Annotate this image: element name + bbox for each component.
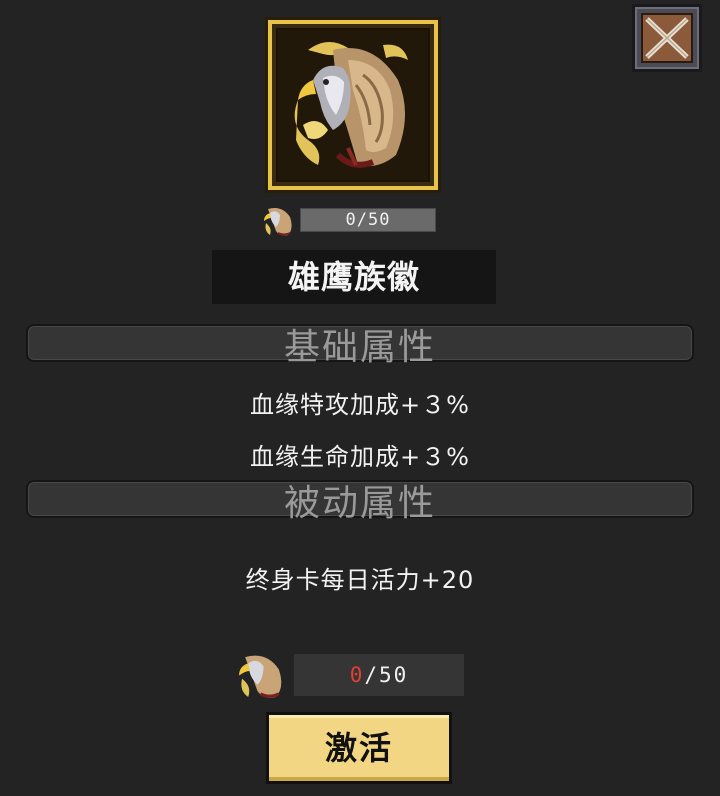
emblem-progress-text: 0/50 bbox=[345, 210, 391, 230]
emblem-name: 雄鹰族徽 bbox=[212, 250, 496, 304]
eagle-emblem-mini-icon bbox=[264, 208, 292, 236]
base-attributes-header: 基础属性 bbox=[26, 324, 694, 367]
eagle-emblem-mini-icon bbox=[239, 655, 282, 698]
activation-cost: 0/50 bbox=[236, 648, 476, 700]
close-icon bbox=[645, 17, 689, 59]
emblem-progress-bar: 0/50 bbox=[300, 208, 436, 232]
base-attribute-line: 血缘特攻加成+３% bbox=[250, 391, 470, 419]
owned-count: 0 bbox=[349, 663, 365, 687]
emblem-progress: 0/50 bbox=[262, 203, 442, 236]
required-count: /50 bbox=[364, 663, 409, 687]
emblem-frame bbox=[268, 20, 438, 190]
passive-attributes-title: 被动属性 bbox=[283, 483, 436, 524]
base-attributes-title: 基础属性 bbox=[283, 327, 436, 368]
close-button[interactable] bbox=[632, 4, 702, 72]
activate-button[interactable]: 激活 bbox=[266, 712, 452, 784]
activation-cost-count: 0/50 bbox=[294, 654, 464, 696]
passive-attribute-line: 终身卡每日活力+20 bbox=[245, 566, 475, 594]
eagle-emblem-icon bbox=[278, 30, 428, 180]
passive-attributes-header: 被动属性 bbox=[26, 480, 694, 523]
base-attribute-line: 血缘生命加成+３% bbox=[250, 443, 470, 471]
activate-button-label: 激活 bbox=[324, 729, 393, 767]
